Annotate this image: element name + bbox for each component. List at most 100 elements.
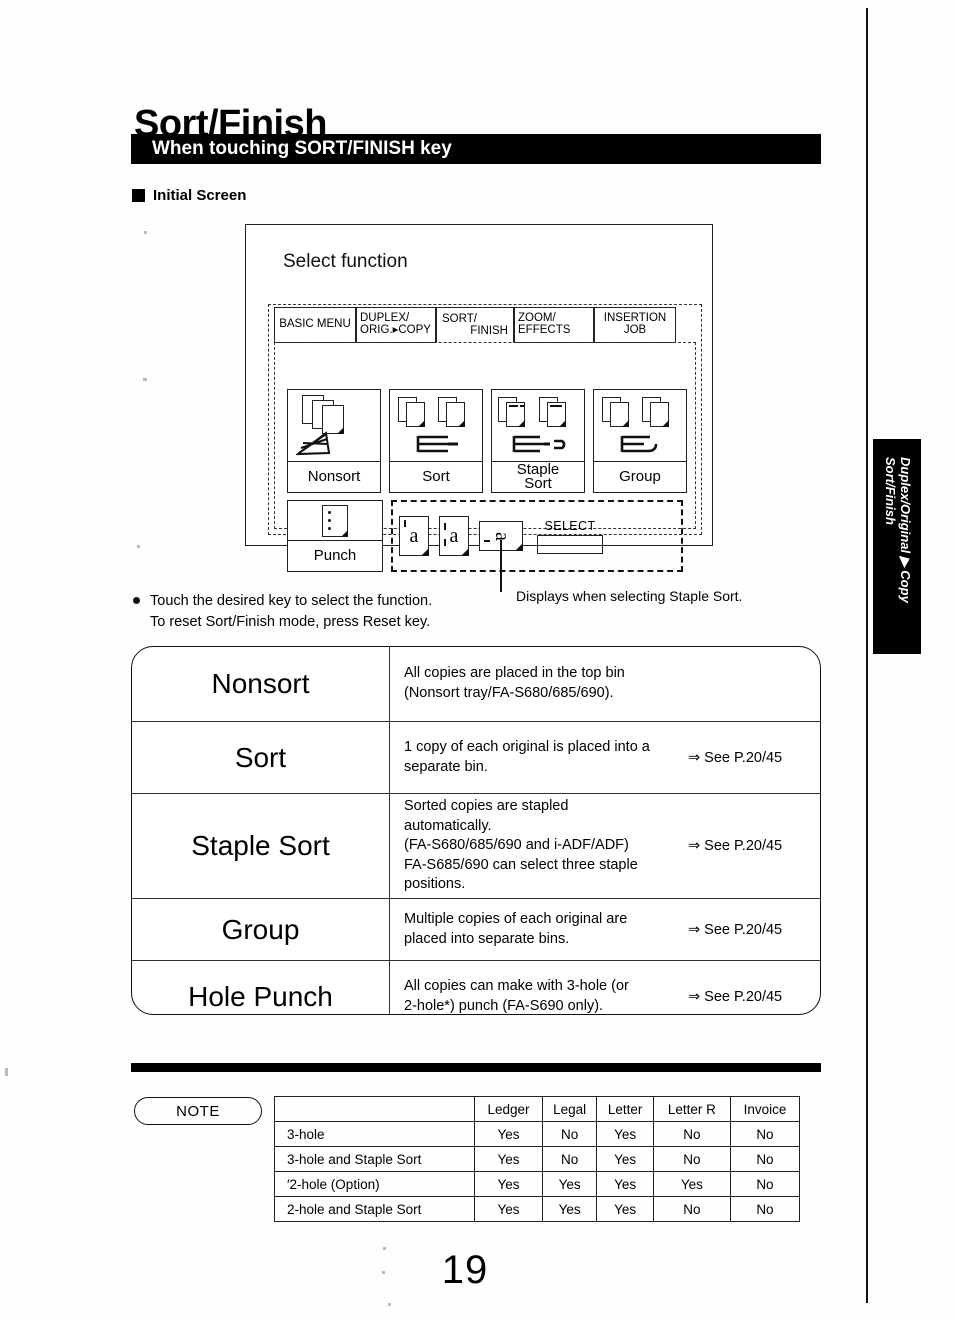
group-bins-icon [594, 390, 686, 462]
paper-size-compatibility-table: Ledger Legal Letter Letter R Invoice 3-h… [274, 1096, 801, 1222]
table-cell: Yes [596, 1196, 654, 1222]
page-reference [688, 647, 820, 721]
instructions-line1: Touch the desired key to select the func… [150, 593, 433, 609]
side-tab-line2: Sort/Finish [883, 457, 898, 525]
button-nonsort[interactable]: Nonsort [287, 389, 381, 493]
button-staple-sort[interactable]: Staple Sort [491, 389, 585, 493]
lcd-tab-row: BASIC MENU DUPLEX/ ORIG.▸COPY SORT/ FINI… [274, 307, 696, 343]
tab-label-line2: JOB [623, 324, 647, 336]
round-bullet-icon [133, 597, 140, 604]
desc-line: FA-S685/690 can select three staple [404, 856, 638, 873]
page-reference: ⇒ See P.20/45 [688, 838, 783, 854]
column-header: Letter [596, 1096, 654, 1122]
row-label: 3-hole and Staple Sort [274, 1146, 475, 1172]
table-cell: Yes [474, 1171, 543, 1197]
instructions-text: Touch the desired key to select the func… [150, 591, 432, 633]
table-cell: No [729, 1121, 801, 1147]
tab-basic-menu[interactable]: BASIC MENU [274, 307, 356, 343]
table-cell: Yes [541, 1196, 598, 1222]
function-description: Multiple copies of each original are pla… [390, 899, 688, 960]
desc-line: Multiple copies of each original are [404, 910, 628, 927]
desc-line: positions. [404, 876, 466, 893]
table-row: Hole Punch All copies can make with 3-ho… [132, 961, 820, 1014]
button-group[interactable]: Group [593, 389, 687, 493]
scan-speck [388, 1303, 391, 1306]
desc-line: 1 copy of each original is placed into a [404, 738, 650, 755]
nonsort-stack-icon [288, 390, 380, 462]
lcd-heading: Select function [283, 251, 408, 272]
function-button-row: Nonsort Sort Staple Sort Group [287, 389, 687, 493]
column-header: Legal [541, 1096, 598, 1122]
select-value-box[interactable] [537, 534, 603, 554]
desc-line: automatically. [404, 817, 492, 834]
table-row: Sort 1 copy of each original is placed i… [132, 722, 820, 794]
function-description: All copies are placed in the top bin (No… [390, 647, 688, 721]
table-row: 3-hole and Staple Sort Yes No Yes No No [274, 1146, 801, 1172]
button-sort[interactable]: Sort [389, 389, 483, 493]
function-description: All copies can make with 3-hole (or 2-ho… [390, 961, 688, 1014]
button-label: Staple Sort [492, 462, 584, 492]
table-row: Nonsort All copies are placed in the top… [132, 647, 820, 722]
desc-line: separate bin. [404, 758, 488, 775]
tab-duplex-orig-copy[interactable]: DUPLEX/ ORIG.▸COPY [356, 307, 436, 343]
tab-sort-finish[interactable]: SORT/ FINISH [436, 307, 514, 343]
function-name: Hole Punch [132, 961, 390, 1014]
table-row: ′2-hole (Option) Yes Yes Yes Yes No [274, 1171, 801, 1197]
button-label: Nonsort [307, 468, 361, 486]
table-header-row: Ledger Legal Letter Letter R Invoice [274, 1096, 801, 1122]
table-cell: No [652, 1121, 731, 1147]
sort-bins-icon [390, 390, 482, 462]
button-label-line2: Sort [524, 475, 552, 492]
table-cell: Yes [474, 1196, 543, 1222]
punch-holes-icon [288, 501, 382, 541]
table-cell: Yes [596, 1146, 654, 1172]
function-button-row: Punch a a a SELECT [287, 500, 683, 572]
side-index-tab-text: Duplex/Original ▶ Copy Sort/Finish [873, 439, 921, 654]
section-divider [131, 1063, 821, 1072]
desc-line: All copies can make with 3-hole (or [404, 978, 629, 995]
desc-line: (FA-S680/685/690 and i-ADF/ADF) [404, 837, 629, 854]
page-number: 19 [0, 1248, 954, 1293]
desc-line: All copies are placed in the top bin [404, 665, 625, 682]
tab-label-line1: BASIC MENU [279, 318, 351, 331]
table-cell: Yes [596, 1171, 654, 1197]
page-reference: ⇒ See P.20/45 [688, 921, 783, 938]
column-header: Invoice [729, 1096, 801, 1122]
button-label: Group [619, 468, 661, 486]
row-label: ′2-hole (Option) [274, 1171, 475, 1197]
tab-zoom-effects[interactable]: ZOOM/ EFFECTS [514, 307, 594, 343]
select-control[interactable]: SELECT [537, 519, 603, 554]
table-row: Staple Sort Sorted copies are stapled au… [132, 794, 820, 899]
page-reference: ⇒ See P.20/45 [688, 749, 783, 766]
tab-label-line2: FINISH [470, 324, 508, 337]
tab-label-line1: SORT/ [442, 312, 477, 325]
function-name: Nonsort [132, 647, 390, 721]
table-row: 3-hole Yes No Yes No No [274, 1121, 801, 1147]
table-row: Group Multiple copies of each original a… [132, 899, 820, 961]
page-reference: ⇒ See P.20/45 [688, 989, 783, 1005]
column-header [274, 1096, 475, 1122]
manual-page: Sort/Finish When touching SORT/FINISH ke… [0, 0, 954, 1319]
table-cell: Yes [474, 1121, 543, 1147]
instructions-line2: To reset Sort/Finish mode, press Reset k… [150, 614, 431, 631]
scan-speck [143, 378, 147, 381]
table-cell: Yes [652, 1171, 731, 1197]
row-label: 2-hole and Staple Sort [274, 1196, 475, 1222]
lcd-inner-frame: BASIC MENU DUPLEX/ ORIG.▸COPY SORT/ FINI… [268, 304, 702, 572]
callout-leader-line [500, 540, 502, 592]
tab-label-line2: ORIG.▸COPY [360, 324, 431, 336]
staple-top-left-icon[interactable]: a [399, 516, 429, 556]
note-label: NOTE [134, 1097, 262, 1125]
staple-position-selector: a a a SELECT [391, 500, 683, 572]
side-tab-line1: Duplex/Original ▶ Copy [897, 457, 913, 603]
staple-sort-icon [492, 390, 584, 462]
staple-icon-glyph: a [449, 524, 459, 547]
staple-left-double-icon[interactable]: a [439, 516, 469, 556]
table-cell: Yes [474, 1146, 543, 1172]
button-punch[interactable]: Punch [287, 500, 383, 572]
square-bullet-icon [132, 189, 145, 202]
tab-insertion-job[interactable]: INSERTION JOB [594, 307, 676, 343]
side-index-tab: Duplex/Original ▶ Copy Sort/Finish [873, 439, 921, 654]
table-cell: No [652, 1196, 731, 1222]
section-banner-label: When touching SORT/FINISH key [152, 138, 452, 159]
